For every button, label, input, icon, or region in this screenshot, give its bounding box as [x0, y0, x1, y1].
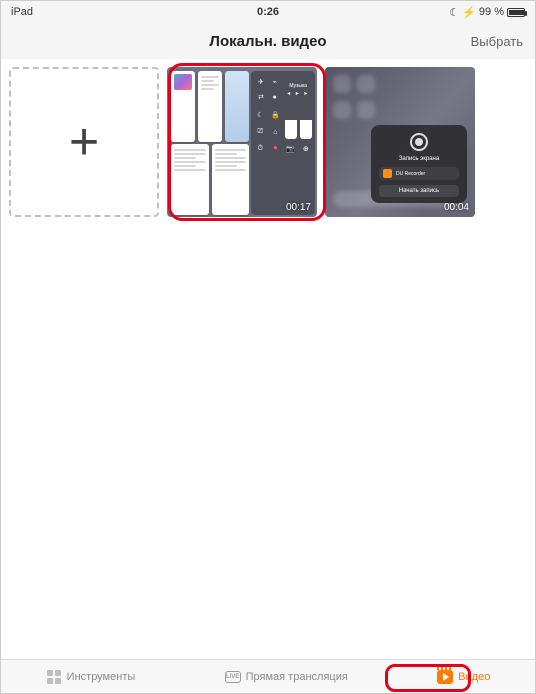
- video-thumbnail-1[interactable]: ✈⌁ ⇄● Музыка ◂ ▸ ▸ ☾ 🔒 ⎚ ⌂ ⏱: [167, 67, 317, 217]
- tab-label: Инструменты: [67, 671, 136, 683]
- app-icon: [383, 169, 392, 178]
- live-icon: LIVE: [225, 669, 241, 685]
- device-label: iPad: [11, 6, 131, 18]
- page-title: Локальн. видео: [209, 33, 326, 50]
- video-duration: 00:17: [286, 202, 311, 213]
- clock: 0:26: [131, 6, 405, 18]
- video-icon: [437, 669, 453, 685]
- select-button[interactable]: Выбрать: [471, 34, 523, 49]
- do-not-disturb-icon: ☾: [449, 6, 459, 19]
- add-video-tile[interactable]: +: [9, 67, 159, 217]
- record-title: Запись экрана: [399, 156, 439, 162]
- tab-label: Прямая трансляция: [246, 671, 348, 683]
- music-widget-icon: Музыка ◂ ▸ ▸: [285, 74, 312, 105]
- thumb1-preview: ✈⌁ ⇄● Музыка ◂ ▸ ▸ ☾ 🔒 ⎚ ⌂ ⏱: [167, 67, 317, 217]
- record-app-row: DU Recorder: [379, 167, 459, 180]
- tab-bar: Инструменты LIVE Прямая трансляция Видео: [1, 659, 535, 693]
- plus-icon: +: [69, 116, 99, 168]
- battery-percent: 99 %: [479, 6, 504, 18]
- nav-bar: Локальн. видео Выбрать: [1, 23, 535, 59]
- charging-icon: ⚡: [462, 6, 476, 19]
- record-icon: [410, 133, 428, 151]
- screen-record-sheet: Запись экрана DU Recorder Начать запись: [371, 125, 467, 203]
- tab-label: Видео: [458, 671, 490, 683]
- tab-tools[interactable]: Инструменты: [46, 669, 136, 685]
- battery-icon: [507, 8, 525, 17]
- tab-live[interactable]: LIVE Прямая трансляция: [225, 669, 348, 685]
- status-bar: iPad 0:26 ☾ ⚡ 99 %: [1, 1, 535, 23]
- tools-icon: [46, 669, 62, 685]
- screen: iPad 0:26 ☾ ⚡ 99 % Локальн. видео Выбрат…: [0, 0, 536, 694]
- video-grid: + ✈⌁ ⇄● Музыка: [1, 59, 535, 225]
- video-thumbnail-2[interactable]: Запись экрана DU Recorder Начать запись …: [325, 67, 475, 217]
- status-right: ☾ ⚡ 99 %: [405, 6, 525, 19]
- start-record-label: Начать запись: [379, 185, 459, 197]
- control-center-preview: ✈⌁ ⇄● Музыка ◂ ▸ ▸ ☾ 🔒 ⎚ ⌂ ⏱: [251, 71, 315, 215]
- content-area: + ✈⌁ ⇄● Музыка: [1, 59, 535, 661]
- video-duration: 00:04: [444, 202, 469, 213]
- tab-video[interactable]: Видео: [437, 669, 490, 685]
